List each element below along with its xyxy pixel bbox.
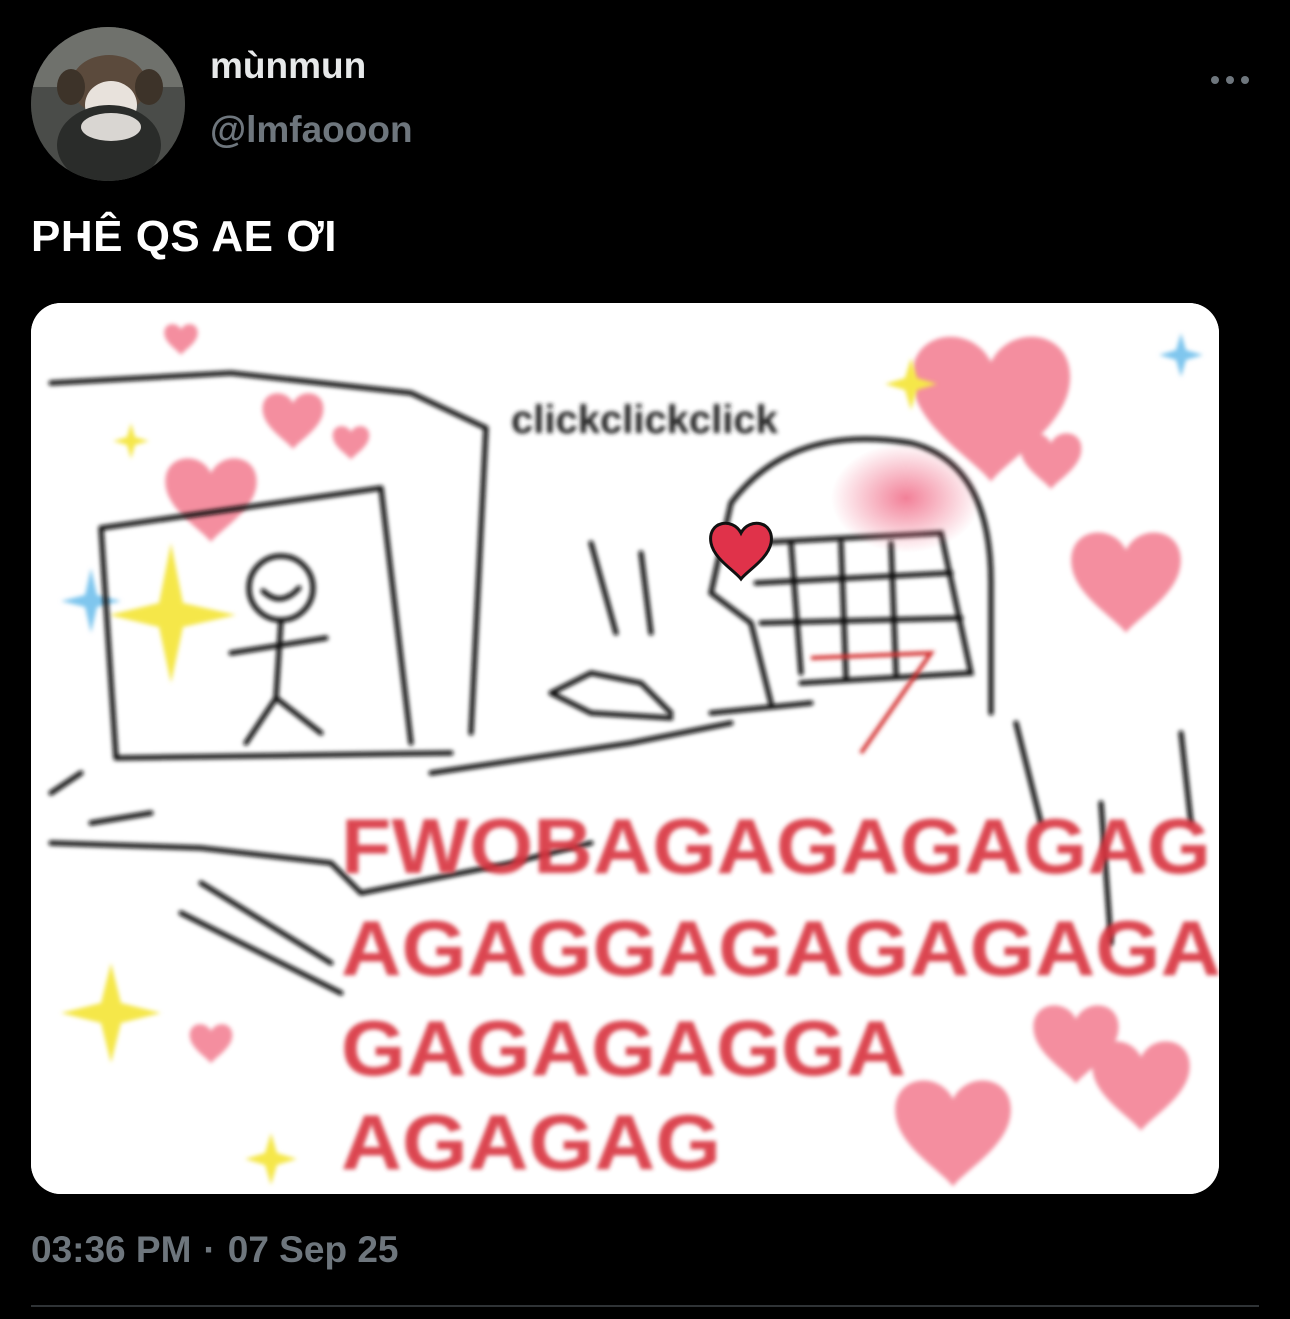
more-options-button[interactable] — [1200, 60, 1260, 100]
user-handle[interactable]: @lmfaooon — [210, 108, 413, 152]
meme-shout-line-4: AGAGAG — [341, 1098, 721, 1186]
profile-photo-icon — [31, 27, 185, 181]
display-name[interactable]: mùnmun — [210, 44, 366, 88]
divider — [31, 1305, 1259, 1307]
tweet-date: 07 Sep 25 — [227, 1229, 399, 1270]
meme-shout-line-2: AGAGGAGAGAGAGA — [341, 904, 1219, 992]
tweet: mùnmun @lmfaooon PHÊ QS AE ƠI clickclick… — [0, 0, 1290, 1319]
blush-mark — [831, 443, 981, 553]
meme-caption-top: clickclickclick — [511, 398, 779, 442]
tweet-time: 03:36 PM — [31, 1229, 192, 1270]
meme-shout-line-3: GAGAGAGGA — [341, 1004, 906, 1092]
tweet-text: PHÊ QS AE ƠI — [31, 212, 337, 261]
tweet-timestamp[interactable]: 03:36 PM · 07 Sep 25 — [31, 1227, 398, 1273]
timestamp-separator: · — [203, 1229, 216, 1270]
meme-shout-line-1: FWOBAGAGAGAGAG — [341, 802, 1211, 890]
more-horizontal-icon — [1211, 76, 1249, 84]
avatar[interactable] — [31, 27, 185, 181]
tweet-media-image[interactable]: clickclickclick FWOBAGAGAGAGAG AGAGGAGAG… — [31, 303, 1219, 1194]
meme-image: clickclickclick FWOBAGAGAGAGAG AGAGGAGAG… — [31, 303, 1219, 1194]
